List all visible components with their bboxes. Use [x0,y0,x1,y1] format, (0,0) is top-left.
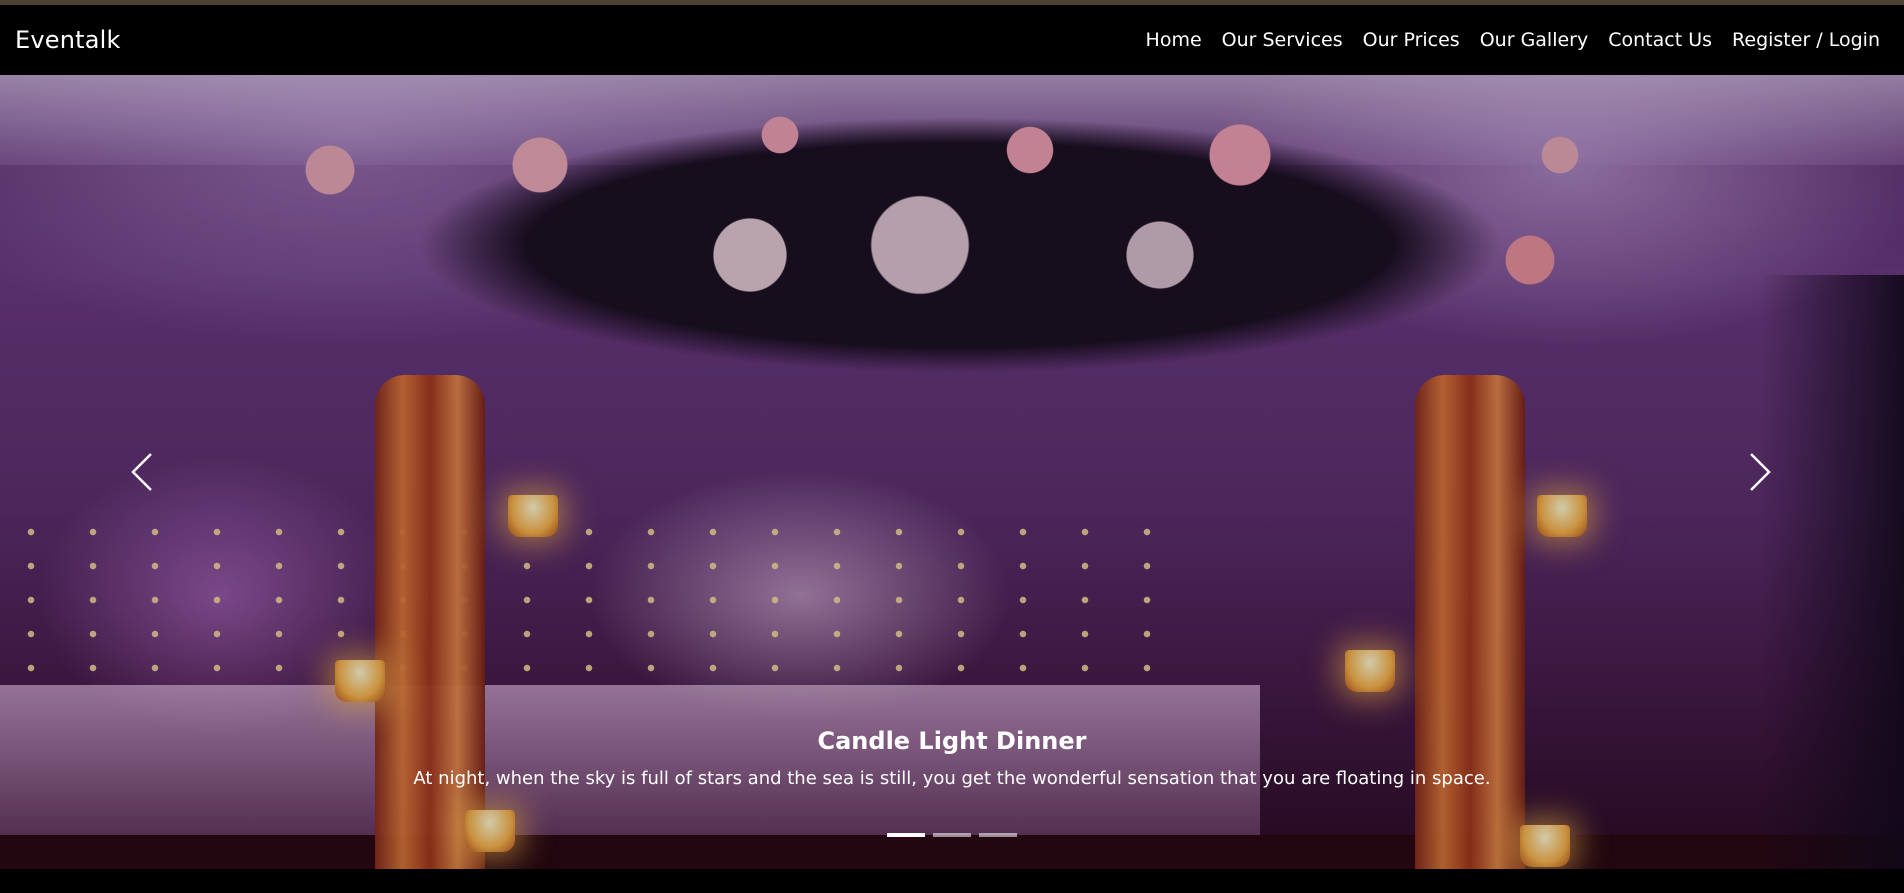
nav-link-services[interactable]: Our Services [1212,5,1353,75]
nav-item-services: Our Services [1212,5,1353,75]
indicator-1[interactable] [887,833,925,837]
carousel-indicators [0,833,1904,837]
nav-item-contact: Contact Us [1598,5,1722,75]
nav-link-contact[interactable]: Contact Us [1598,5,1722,75]
nav-item-login: Register / Login [1722,5,1890,75]
nav-item-gallery: Our Gallery [1470,5,1599,75]
chevron-left-icon [131,453,152,491]
nav-links: Home Our Services Our Prices Our Gallery… [1136,5,1890,75]
nav-link-gallery[interactable]: Our Gallery [1470,5,1599,75]
nav-link-home[interactable]: Home [1136,5,1212,75]
chevron-right-icon [1750,453,1771,491]
nav-link-prices[interactable]: Our Prices [1353,5,1470,75]
indicator-2[interactable] [933,833,971,837]
slide-text: At night, when the sky is full of stars … [413,768,1491,789]
indicator-3[interactable] [979,833,1017,837]
bottom-strip [0,869,1904,893]
slide-caption: Candle Light Dinner At night, when the s… [0,725,1904,791]
hero-carousel: Candle Light Dinner At night, when the s… [0,75,1904,869]
navbar: Eventalk Home Our Services Our Prices Ou… [0,5,1904,75]
nav-item-prices: Our Prices [1353,5,1470,75]
nav-link-register-login[interactable]: Register / Login [1722,5,1890,75]
slide-title: Candle Light Dinner [817,727,1087,755]
nav-item-home: Home [1136,5,1212,75]
brand-logo[interactable]: Eventalk [15,26,121,54]
